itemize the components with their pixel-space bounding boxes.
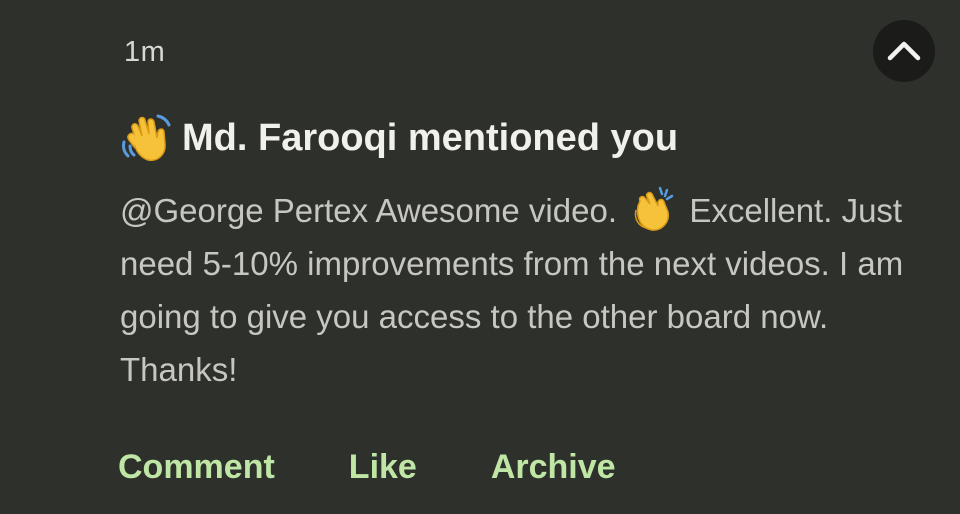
notification-title: Md. Farooqi mentioned you [120, 112, 678, 164]
notification-card: 1m Md. Farooqi mentioned you @George Per… [0, 0, 960, 514]
archive-button[interactable]: Archive [491, 448, 616, 487]
collapse-button[interactable] [873, 20, 935, 82]
action-bar: Comment Like Archive [118, 448, 616, 487]
like-button[interactable]: Like [349, 448, 417, 487]
title-text: Md. Farooqi mentioned you [182, 116, 679, 159]
notification-message: @George Pertex Awesome video. Excellent.… [120, 184, 950, 396]
chevron-up-icon [887, 41, 921, 61]
comment-button[interactable]: Comment [118, 448, 275, 487]
timestamp: 1m [124, 36, 166, 68]
message-text-part1: @George Pertex Awesome video. [120, 192, 617, 229]
clapping-hands-icon [634, 186, 674, 231]
waving-hand-icon [122, 114, 171, 162]
